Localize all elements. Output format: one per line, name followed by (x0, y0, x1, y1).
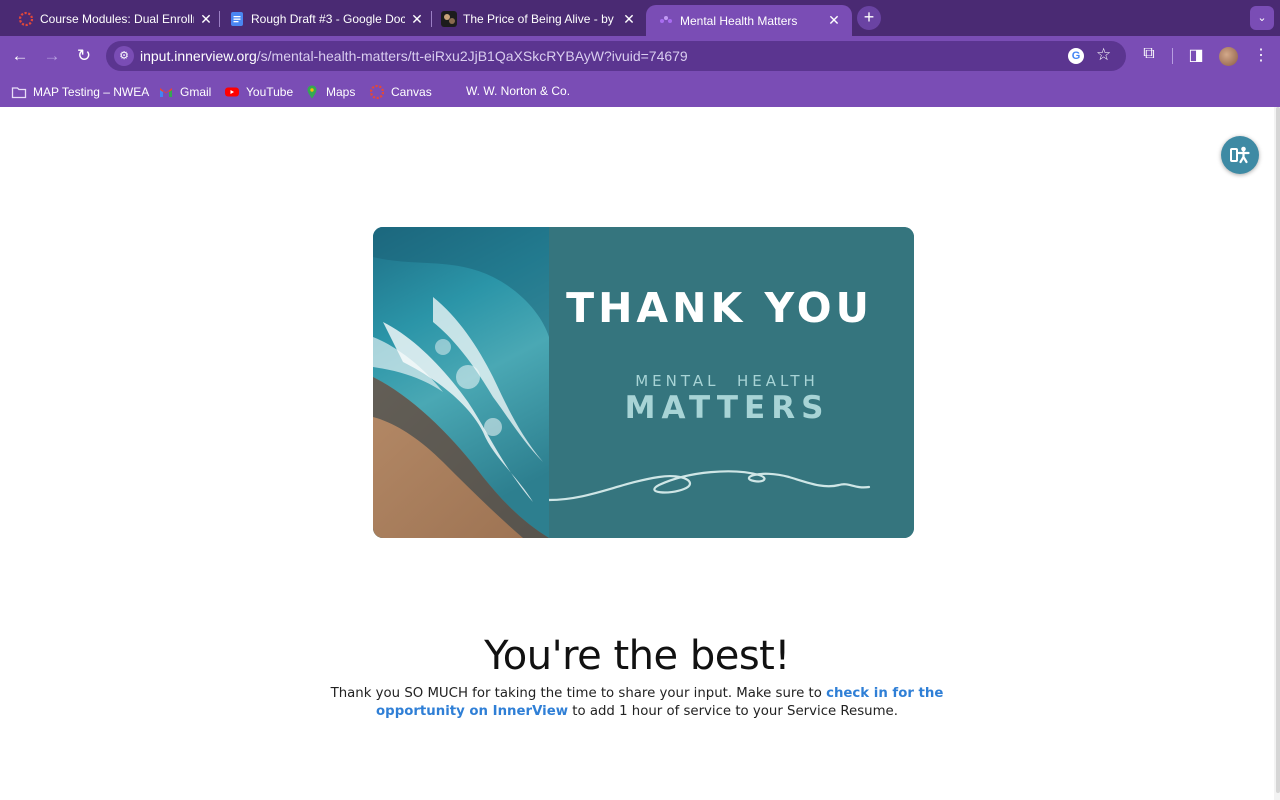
tab-strip: Course Modules: Dual Enrollm ✕ Rough Dra… (0, 0, 1280, 36)
banner-text-panel: THANK YOU MENTAL HEALTH MATTERS (549, 227, 914, 538)
bookmark-label: Gmail (180, 85, 212, 99)
banner-subtitle-big: MATTERS (624, 390, 830, 426)
toolbar-divider (1172, 48, 1173, 64)
bookmark-label: MAP Testing – NWEA (33, 85, 150, 99)
innerview-icon (660, 15, 672, 23)
ocean-beach-photo (373, 227, 549, 538)
url-text[interactable]: input.innerview.org/s/mental-health-matt… (140, 48, 688, 64)
wave-decoration (549, 470, 871, 502)
thank-you-banner: THANK YOU MENTAL HEALTH MATTERS (373, 227, 914, 538)
tab-mental-health-matters[interactable]: Mental Health Matters ✕ (646, 5, 852, 36)
canvas-icon (369, 84, 385, 100)
address-bar[interactable]: ⚙ input.innerview.org/s/mental-health-ma… (106, 41, 1126, 71)
new-tab-button[interactable]: + (857, 6, 881, 30)
tab-title: Rough Draft #3 - Google Doc (251, 12, 405, 26)
google-lens-icon[interactable]: G (1068, 48, 1084, 64)
tab-search-button[interactable]: ⌄ (1250, 6, 1274, 30)
maps-icon (307, 85, 317, 99)
tab-title: Course Modules: Dual Enrollm (40, 12, 194, 26)
folder-icon (11, 87, 27, 99)
bookmark-ww-norton[interactable]: W. W. Norton & Co. (466, 84, 570, 98)
close-tab-icon[interactable]: ✕ (826, 12, 842, 29)
url-host: input.innerview.org (140, 48, 257, 64)
reload-icon: ↻ (76, 46, 92, 65)
url-path: /s/mental-health-matters/tt-eiRxu2JjB1Qa… (256, 48, 688, 64)
thank-you-message: Thank you SO MUCH for taking the time to… (290, 685, 984, 721)
google-docs-icon (231, 12, 243, 26)
banner-title: THANK YOU (566, 284, 873, 332)
banner-subtitle: MENTAL HEALTH (635, 372, 819, 390)
accessibility-icon (1230, 146, 1250, 164)
scrollbar-track[interactable] (1274, 107, 1280, 800)
article-thumbnail-icon (441, 11, 457, 27)
close-tab-icon[interactable]: ✕ (621, 11, 637, 28)
message-text: Thank you SO MUCH for taking the time to… (330, 686, 827, 701)
site-info-icon[interactable]: ⚙ (114, 46, 134, 66)
accessibility-button[interactable] (1221, 136, 1259, 174)
canvas-icon (18, 11, 34, 27)
bookmark-label: W. W. Norton & Co. (466, 84, 571, 98)
reload-button[interactable]: ↻ (72, 44, 96, 68)
tab-price-of-being-alive[interactable]: The Price of Being Alive - by ✕ (441, 6, 637, 32)
page-content: THANK YOU MENTAL HEALTH MATTERS You're t… (0, 107, 1280, 800)
profile-avatar[interactable] (1219, 47, 1238, 66)
tab-separator (431, 11, 432, 27)
tab-separator (219, 11, 220, 27)
tab-title: Mental Health Matters (680, 13, 798, 28)
close-tab-icon[interactable]: ✕ (409, 11, 425, 28)
menu-icon[interactable]: ⋮ (1250, 45, 1272, 65)
bookmark-map-testing[interactable]: MAP Testing – NWEA (11, 84, 149, 100)
gmail-icon (160, 88, 172, 97)
bookmark-label: YouTube (246, 85, 294, 99)
bookmark-label: Maps (326, 85, 356, 99)
message-text-end: to add 1 hour of service to your Service… (568, 704, 898, 719)
tab-title: The Price of Being Alive - by (463, 12, 614, 26)
tab-course-modules[interactable]: Course Modules: Dual Enrollm ✕ (18, 6, 214, 32)
bookmarks-bar: MAP Testing – NWEA Gmail YouTube Maps Ca… (0, 76, 1280, 107)
youtube-icon (225, 87, 239, 97)
chevron-down-icon: ⌄ (1257, 12, 1267, 24)
close-tab-icon[interactable]: ✕ (198, 11, 214, 28)
bookmark-maps[interactable]: Maps (304, 84, 355, 100)
browser-toolbar: ← → ↻ ⚙ input.innerview.org/s/mental-hea… (0, 36, 1280, 76)
forward-arrow-icon: → (43, 46, 61, 65)
scrollbar-thumb[interactable] (1276, 107, 1280, 793)
bookmark-gmail[interactable]: Gmail (158, 84, 211, 100)
bookmark-canvas[interactable]: Canvas (369, 84, 432, 100)
bookmark-youtube[interactable]: YouTube (224, 84, 293, 100)
back-arrow-icon: ← (11, 46, 29, 65)
tab-rough-draft[interactable]: Rough Draft #3 - Google Doc ✕ (229, 6, 425, 32)
extensions-icon[interactable]: ⧉ (1138, 45, 1160, 63)
forward-button[interactable]: → (40, 44, 64, 68)
back-button[interactable]: ← (8, 44, 32, 68)
page-headline: You're the best! (484, 633, 790, 679)
bookmark-label: Canvas (391, 85, 432, 99)
side-panel-icon[interactable]: ◨ (1185, 45, 1207, 65)
bookmark-star-icon[interactable]: ☆ (1096, 45, 1111, 65)
